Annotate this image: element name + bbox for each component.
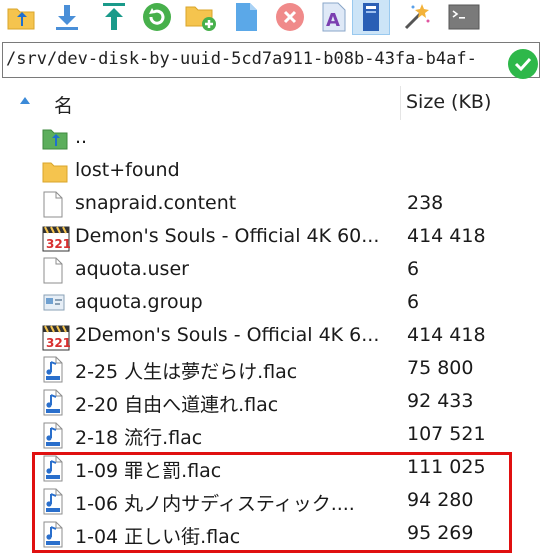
audio-file-icon bbox=[42, 521, 68, 548]
file-name: aquota.user bbox=[75, 258, 189, 280]
video-file-icon: 321 bbox=[42, 323, 71, 351]
file-name: lost+found bbox=[75, 159, 180, 181]
file-list-header: 名 Size (KB) bbox=[0, 86, 543, 120]
svg-text:A: A bbox=[326, 10, 340, 31]
file-name: .. bbox=[75, 126, 88, 148]
file-row[interactable]: 1-09 罪と罰.flac 111 025 bbox=[0, 452, 543, 485]
audio-file-icon bbox=[42, 488, 68, 515]
file-size: 414 418 bbox=[407, 324, 486, 346]
file-size: 94 280 bbox=[407, 489, 474, 511]
file-list: .. lost+found snapraid.content 238 321 Demon'… bbox=[0, 122, 543, 551]
system-file-icon bbox=[42, 290, 68, 317]
audio-file-icon bbox=[42, 356, 68, 383]
file-name: aquota.group bbox=[75, 291, 203, 313]
path-ok-button[interactable] bbox=[508, 49, 538, 79]
video-file-icon: 321 bbox=[42, 224, 71, 252]
path-bar[interactable]: /srv/dev-disk-by-uuid-5cd7a911-b08b-43fa… bbox=[2, 42, 540, 79]
file-name: 2Demon's Souls - Official 4K 6... bbox=[75, 324, 380, 346]
file-size: 92 433 bbox=[407, 390, 474, 412]
file-name: Demon's Souls - Official 4K 60... bbox=[75, 225, 380, 247]
properties-button[interactable] bbox=[352, 0, 390, 35]
file-row[interactable]: .. bbox=[0, 122, 543, 155]
file-row[interactable]: 1-04 正しい街.flac 95 269 bbox=[0, 518, 543, 551]
file-name: snapraid.content bbox=[75, 192, 237, 214]
file-size: 238 bbox=[407, 192, 444, 214]
column-divider[interactable] bbox=[400, 86, 401, 120]
refresh-icon bbox=[143, 3, 171, 31]
terminal-icon bbox=[448, 4, 480, 30]
delete-icon bbox=[276, 3, 304, 31]
file-name: 2-18 流行.flac bbox=[75, 427, 203, 449]
rename-button[interactable]: A bbox=[317, 0, 351, 34]
parent-folder-icon bbox=[42, 125, 68, 152]
parent-directory-button[interactable] bbox=[4, 0, 38, 34]
file-size: 75 800 bbox=[407, 357, 474, 379]
new-file-button[interactable] bbox=[229, 0, 263, 34]
download-arrow-icon bbox=[56, 5, 78, 30]
delete-button[interactable] bbox=[273, 0, 307, 34]
audio-file-icon bbox=[42, 422, 68, 449]
file-size: 107 521 bbox=[407, 423, 486, 445]
file-row[interactable]: 2-20 自由へ道連れ.flac 92 433 bbox=[0, 386, 543, 419]
upload-button[interactable] bbox=[97, 0, 131, 34]
file-name: 1-06 丸ノ内サディスティック.... bbox=[75, 493, 355, 515]
svg-text:321: 321 bbox=[46, 336, 70, 350]
file-row[interactable]: aquota.group 6 bbox=[0, 287, 543, 320]
sort-ascending-icon[interactable] bbox=[19, 96, 31, 106]
file-icon bbox=[42, 191, 68, 218]
toolbar: A bbox=[0, 0, 543, 35]
new-folder-button[interactable] bbox=[184, 0, 218, 34]
file-size: 6 bbox=[407, 291, 420, 313]
file-name: 2-25 人生は夢だらけ.flac bbox=[75, 361, 298, 383]
file-name: 1-09 罪と罰.flac bbox=[75, 460, 222, 482]
column-header-size[interactable]: Size (KB) bbox=[406, 91, 491, 113]
checkmark-icon bbox=[514, 57, 532, 72]
upload-arrow-icon bbox=[103, 3, 125, 30]
file-icon bbox=[42, 257, 68, 284]
file-row[interactable]: 2-25 人生は夢だらけ.flac 75 800 bbox=[0, 353, 543, 386]
magic-wand-icon bbox=[404, 4, 430, 30]
download-button[interactable] bbox=[50, 0, 84, 34]
file-row[interactable]: snapraid.content 238 bbox=[0, 188, 543, 221]
file-size: 6 bbox=[407, 258, 420, 280]
file-size: 111 025 bbox=[407, 456, 486, 478]
file-row[interactable]: 1-06 丸ノ内サディスティック.... 94 280 bbox=[0, 485, 543, 518]
refresh-button[interactable] bbox=[140, 0, 174, 34]
file-name: 2-20 自由へ道連れ.flac bbox=[75, 394, 279, 416]
file-row[interactable]: aquota.user 6 bbox=[0, 254, 543, 287]
new-file-icon bbox=[236, 3, 257, 31]
parent-folder-icon bbox=[7, 8, 35, 30]
new-folder-icon bbox=[185, 6, 216, 31]
file-size: 95 269 bbox=[407, 522, 474, 544]
column-header-name[interactable]: 名 bbox=[54, 91, 73, 118]
terminal-button[interactable] bbox=[446, 0, 482, 34]
file-size: 414 418 bbox=[407, 225, 486, 247]
file-row[interactable]: 321 Demon's Souls - Official 4K 60... 414 … bbox=[0, 221, 543, 254]
path-input[interactable]: /srv/dev-disk-by-uuid-5cd7a911-b08b-43fa… bbox=[6, 49, 501, 69]
file-row[interactable]: 321 2Demon's Souls - Official 4K 6... 414 … bbox=[0, 320, 543, 353]
wizard-button[interactable] bbox=[400, 0, 434, 34]
properties-icon bbox=[363, 3, 379, 31]
file-name: 1-04 正しい街.flac bbox=[75, 526, 241, 548]
svg-text:321: 321 bbox=[46, 237, 70, 251]
audio-file-icon bbox=[42, 455, 68, 482]
rename-icon: A bbox=[322, 2, 346, 32]
file-row[interactable]: 2-18 流行.flac 107 521 bbox=[0, 419, 543, 452]
audio-file-icon bbox=[42, 389, 68, 416]
folder-icon bbox=[42, 158, 68, 185]
file-row[interactable]: lost+found bbox=[0, 155, 543, 188]
